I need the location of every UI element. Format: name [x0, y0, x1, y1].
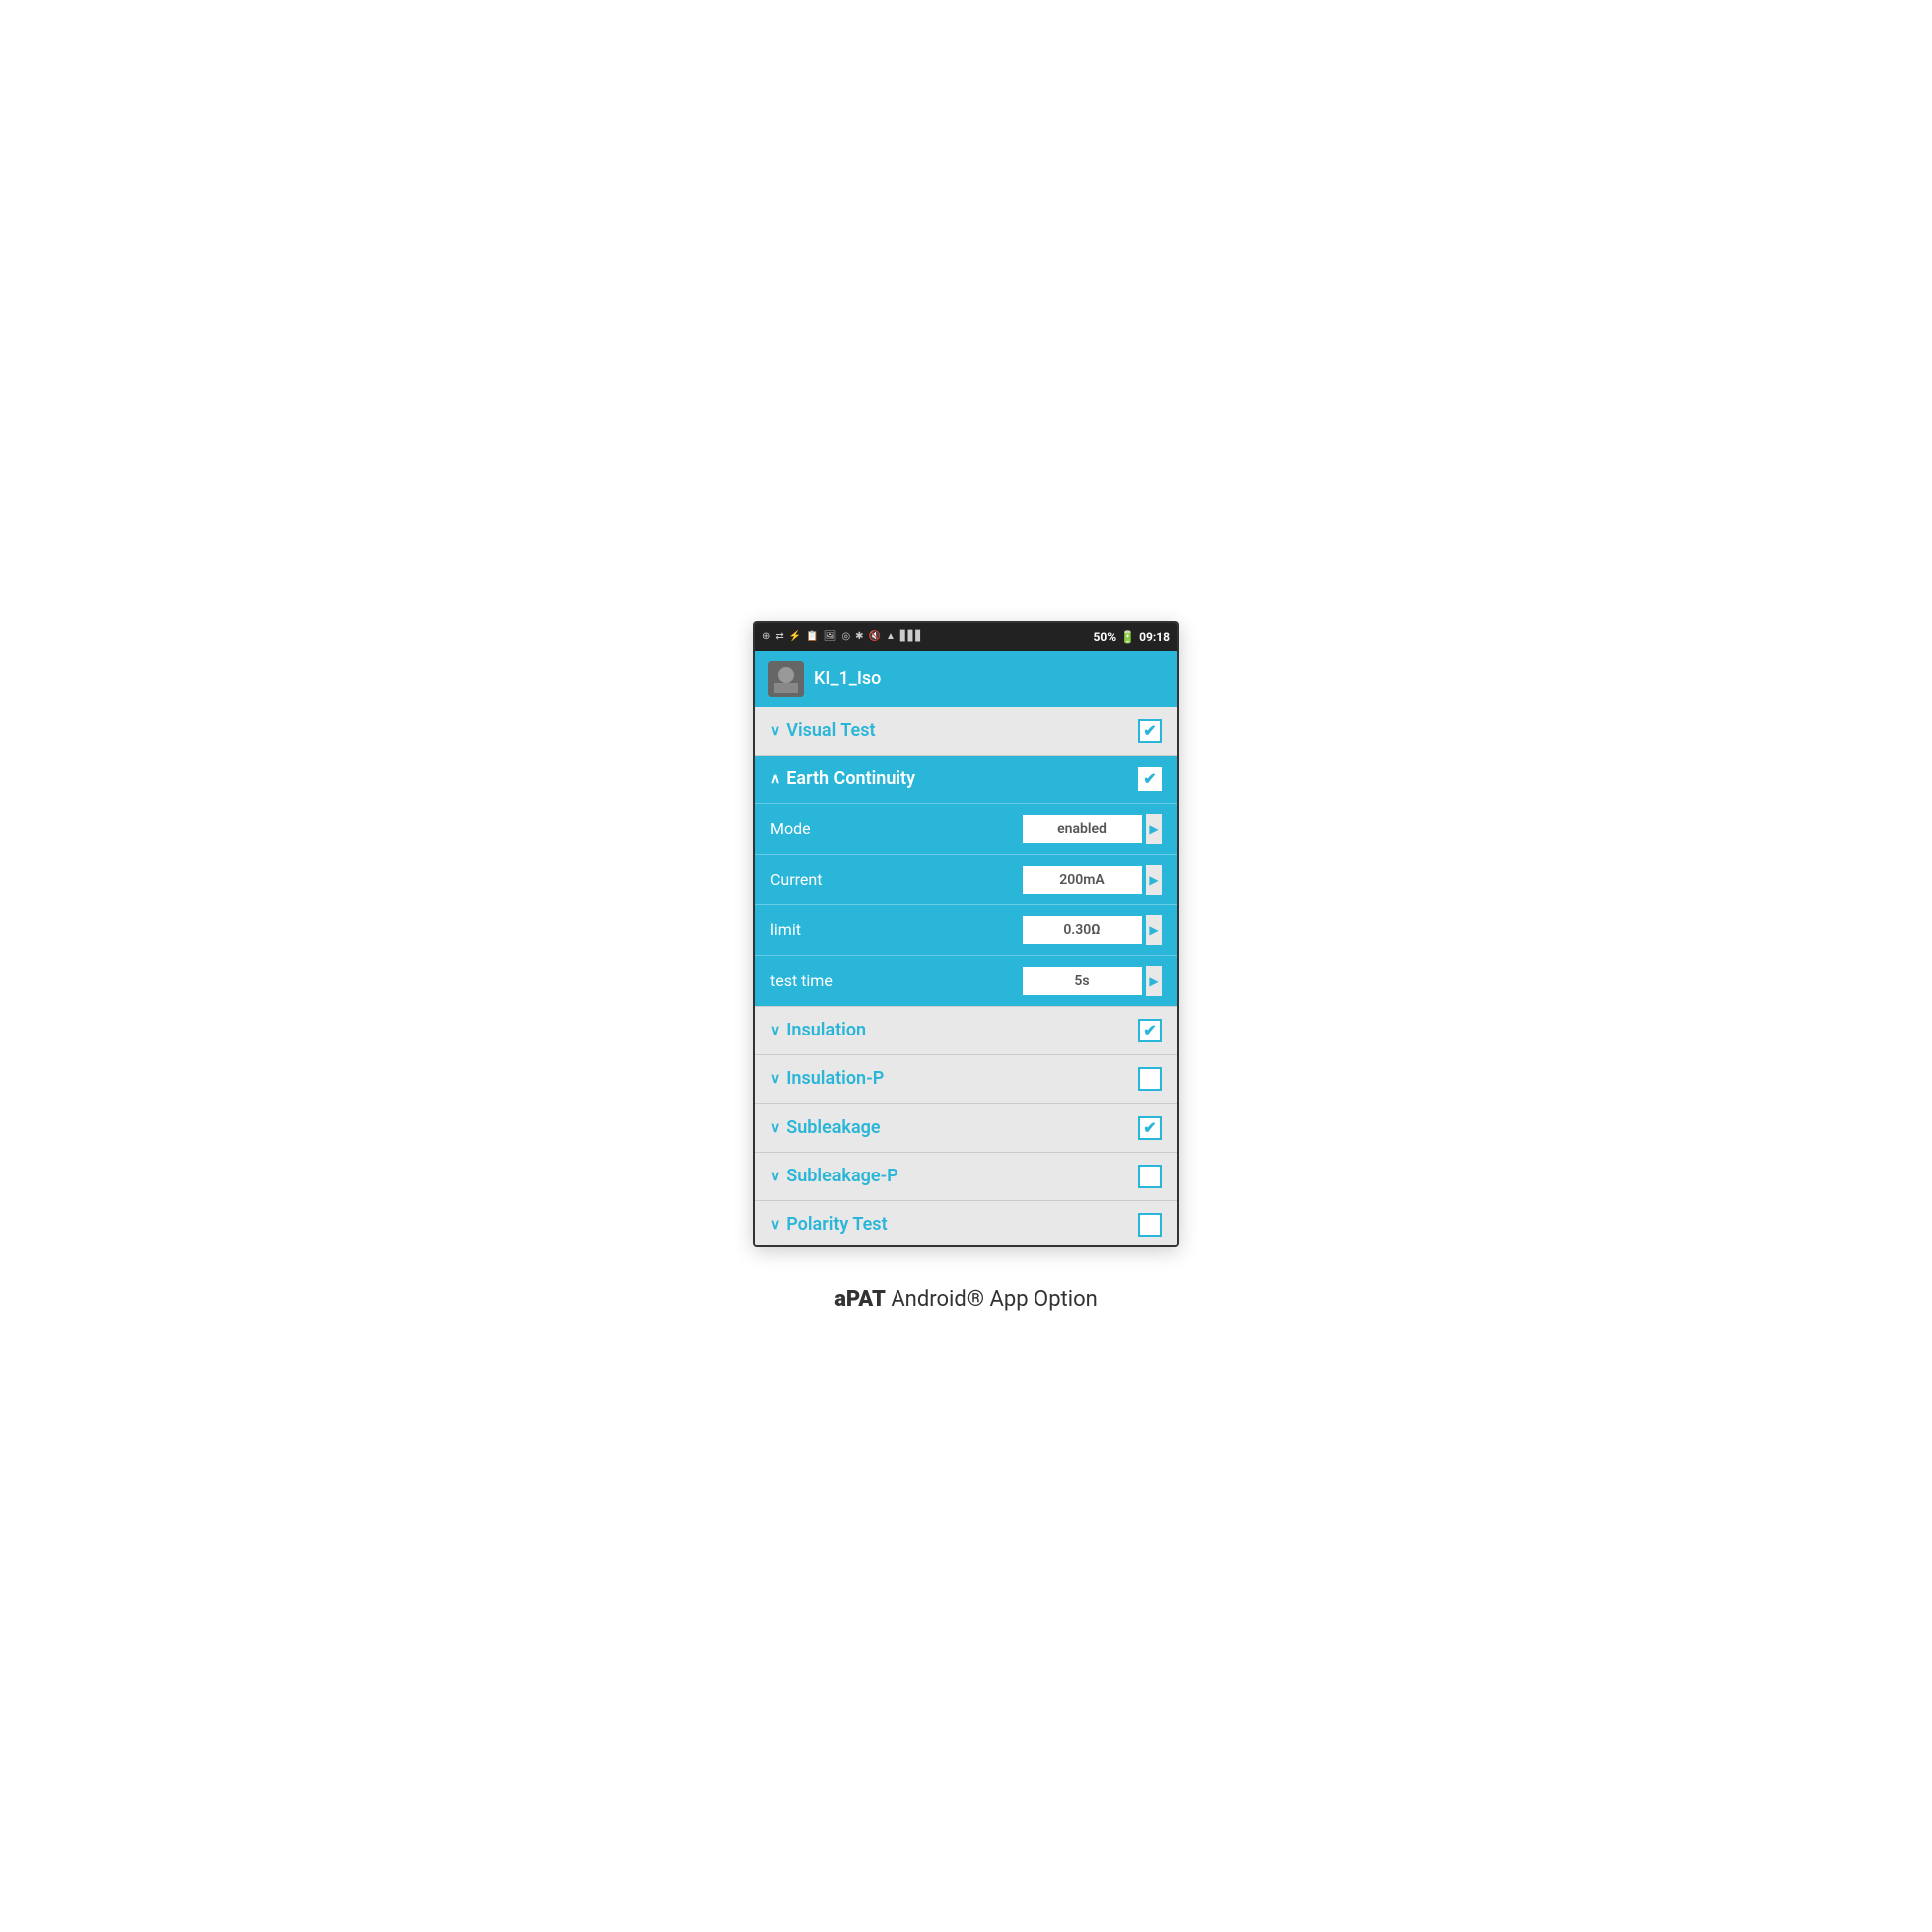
current-label: Current [770, 870, 822, 889]
app-icon [768, 661, 804, 697]
limit-label: limit [770, 920, 801, 939]
limit-row[interactable]: limit 0.30Ω ▶ [755, 904, 1177, 955]
current-arrow: ▶ [1146, 865, 1162, 895]
section-polarity-test[interactable]: ∨ Polarity Test [755, 1201, 1177, 1245]
checkbox-visual-test[interactable]: ✔ [1138, 719, 1162, 743]
add-icon: ⊕ [762, 631, 770, 642]
caption-bold: aPAT [834, 1287, 886, 1311]
chevron-insulation: ∨ [770, 1023, 780, 1038]
section-subleakage[interactable]: ∨ Subleakage ✔ [755, 1104, 1177, 1153]
checkmark-subleakage: ✔ [1143, 1118, 1156, 1137]
test-time-value: 5s [1023, 967, 1142, 995]
checkbox-earth-continuity[interactable]: ✔ [1138, 767, 1162, 791]
phone-frame: ⊕ ⇄ ⚡ 📋 🖼 ◎ ✱ 🔇 ▲ ▋▋▋ 50% 🔋 09:18 [753, 621, 1179, 1247]
section-visual-test[interactable]: ∨ Visual Test ✔ [755, 707, 1177, 756]
caption: aPAT Android® App Option [834, 1287, 1098, 1311]
section-polarity-test-label: Polarity Test [786, 1214, 887, 1235]
limit-value-wrapper: 0.30Ω ▶ [1023, 915, 1162, 945]
bluetooth-icon: ✱ [855, 631, 863, 642]
checkmark-visual-test: ✔ [1143, 721, 1156, 740]
sync-icon: ⇄ [775, 631, 783, 642]
section-subleakage-p-left: ∨ Subleakage-P [770, 1166, 898, 1186]
checkbox-insulation-p[interactable] [1138, 1067, 1162, 1091]
section-earth-continuity-label: Earth Continuity [786, 768, 915, 789]
current-row[interactable]: Current 200mA ▶ [755, 854, 1177, 904]
checkmark-earth-continuity: ✔ [1143, 769, 1156, 788]
test-time-arrow: ▶ [1146, 966, 1162, 996]
section-insulation-p-left: ∨ Insulation-P [770, 1068, 884, 1089]
section-visual-test-left: ∨ Visual Test [770, 720, 876, 741]
section-earth-continuity-left: ∧ Earth Continuity [770, 768, 915, 789]
mode-value-wrapper: enabled ▶ [1023, 814, 1162, 844]
chevron-earth-continuity: ∧ [770, 771, 780, 787]
section-earth-continuity-header[interactable]: ∧ Earth Continuity ✔ [755, 756, 1177, 803]
limit-value: 0.30Ω [1023, 916, 1142, 944]
usb-icon: ⚡ [789, 631, 801, 642]
earth-continuity-settings: Mode enabled ▶ Current 200mA ▶ [755, 803, 1177, 1006]
section-insulation-label: Insulation [786, 1020, 866, 1040]
battery-percent: 50% [1093, 630, 1116, 644]
checkbox-polarity-test[interactable] [1138, 1213, 1162, 1237]
mode-row[interactable]: Mode enabled ▶ [755, 803, 1177, 854]
chevron-subleakage: ∨ [770, 1120, 780, 1136]
section-subleakage-label: Subleakage [786, 1117, 880, 1138]
signal-icon: ▋▋▋ [900, 631, 923, 642]
section-insulation-p[interactable]: ∨ Insulation-P [755, 1055, 1177, 1104]
chevron-insulation-p: ∨ [770, 1071, 780, 1087]
status-icons-left: ⊕ ⇄ ⚡ 📋 🖼 ◎ ✱ 🔇 ▲ ▋▋▋ [762, 631, 923, 642]
section-visual-test-label: Visual Test [786, 720, 875, 741]
section-earth-continuity: ∧ Earth Continuity ✔ Mode enabled ▶ [755, 756, 1177, 1007]
section-insulation[interactable]: ∨ Insulation ✔ [755, 1007, 1177, 1055]
screen-content: ∨ Visual Test ✔ ∧ Earth Continuity ✔ [755, 707, 1177, 1245]
section-subleakage-p[interactable]: ∨ Subleakage-P [755, 1153, 1177, 1201]
app-header: KI_1_Iso [755, 651, 1177, 707]
current-value-wrapper: 200mA ▶ [1023, 865, 1162, 895]
checkbox-insulation[interactable]: ✔ [1138, 1019, 1162, 1042]
chevron-visual-test: ∨ [770, 723, 780, 739]
clipboard-icon: 📋 [806, 631, 818, 642]
current-value: 200mA [1023, 866, 1142, 894]
battery-icon: 🔋 [1120, 630, 1135, 644]
status-right: 50% 🔋 09:18 [1093, 630, 1170, 644]
checkmark-insulation: ✔ [1143, 1021, 1156, 1039]
caption-normal: Android® App Option [886, 1287, 1098, 1311]
mode-arrow: ▶ [1146, 814, 1162, 844]
section-subleakage-p-label: Subleakage-P [786, 1166, 897, 1186]
checkbox-subleakage-p[interactable] [1138, 1165, 1162, 1188]
chevron-polarity-test: ∨ [770, 1217, 780, 1233]
section-insulation-p-label: Insulation-P [786, 1068, 884, 1089]
status-bar: ⊕ ⇄ ⚡ 📋 🖼 ◎ ✱ 🔇 ▲ ▋▋▋ 50% 🔋 09:18 [755, 623, 1177, 651]
mode-value: enabled [1023, 815, 1142, 843]
section-subleakage-left: ∨ Subleakage [770, 1117, 881, 1138]
limit-arrow: ▶ [1146, 915, 1162, 945]
mode-label: Mode [770, 819, 811, 838]
checkbox-subleakage[interactable]: ✔ [1138, 1116, 1162, 1140]
mute-icon: 🔇 [869, 631, 881, 642]
app-title: KI_1_Iso [814, 668, 881, 689]
test-time-label: test time [770, 971, 833, 990]
test-time-row[interactable]: test time 5s ▶ [755, 955, 1177, 1006]
page-wrapper: ⊕ ⇄ ⚡ 📋 🖼 ◎ ✱ 🔇 ▲ ▋▋▋ 50% 🔋 09:18 [753, 621, 1179, 1311]
clock: 09:18 [1139, 630, 1170, 644]
eye-icon: ◎ [841, 631, 850, 642]
section-polarity-test-left: ∨ Polarity Test [770, 1214, 888, 1235]
test-time-value-wrapper: 5s ▶ [1023, 966, 1162, 996]
wifi-icon: ▲ [886, 631, 896, 642]
image-icon: 🖼 [824, 631, 837, 642]
section-insulation-left: ∨ Insulation [770, 1020, 866, 1040]
chevron-subleakage-p: ∨ [770, 1169, 780, 1184]
